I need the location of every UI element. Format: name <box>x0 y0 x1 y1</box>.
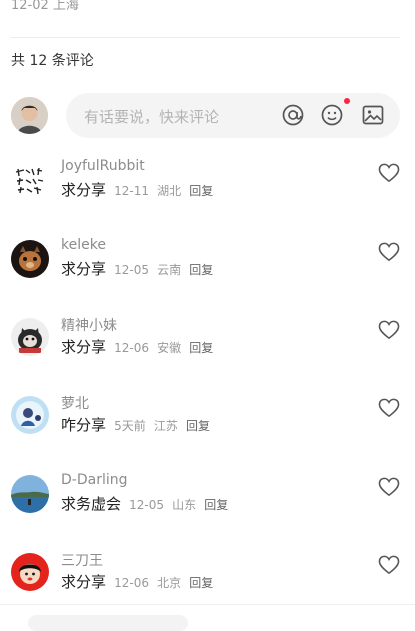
bottom-input-pill[interactable] <box>28 615 188 631</box>
reply-button[interactable]: 回复 <box>189 341 213 355</box>
avatar[interactable] <box>11 240 49 278</box>
reply-button[interactable]: 回复 <box>204 498 228 512</box>
comment-location: 云南 <box>157 263 182 277</box>
comment-date: 12-06 <box>114 341 149 355</box>
avatar[interactable] <box>11 475 49 513</box>
comment-item: keleke 求分享 12-05 云南 回复 <box>0 237 415 310</box>
comment-location: 北京 <box>157 576 182 590</box>
comment-username[interactable]: JoyfulRubbit <box>61 158 145 174</box>
comment-date: 12-06 <box>114 576 149 590</box>
comment-username[interactable]: 精神小妹 <box>61 315 117 335</box>
current-user-avatar[interactable] <box>11 97 48 134</box>
comment-item: D-Darling 求务虚会 12-05 山东 回复 <box>0 472 415 545</box>
comment-location: 江苏 <box>153 419 178 433</box>
avatar[interactable] <box>11 553 49 591</box>
comment-location: 山东 <box>172 498 197 512</box>
comment-date: 5天前 <box>114 419 146 433</box>
reply-button[interactable]: 回复 <box>189 576 213 590</box>
comment-item: 精神小妹 求分享 12-06 安徽 回复 <box>0 318 415 388</box>
heart-icon[interactable] <box>378 242 400 262</box>
comment-date: 12-05 <box>114 263 149 277</box>
comment-item: JoyfulRubbit 求分享 12-11 湖北 回复 <box>0 158 415 231</box>
comment-text: 求分享 <box>61 181 107 199</box>
avatar[interactable] <box>11 161 49 199</box>
avatar[interactable] <box>11 318 49 356</box>
reply-button[interactable]: 回复 <box>186 419 210 433</box>
notification-dot <box>344 98 350 104</box>
heart-icon[interactable] <box>378 163 400 183</box>
comment-text: 求务虚会 <box>61 495 122 513</box>
comment-username[interactable]: D-Darling <box>61 472 128 488</box>
heart-icon[interactable] <box>378 320 400 340</box>
reply-button[interactable]: 回复 <box>189 184 213 198</box>
comment-count: 共 12 条评论 <box>11 53 94 69</box>
comment-text: 求分享 <box>61 338 107 356</box>
divider <box>11 37 400 38</box>
avatar[interactable] <box>11 396 49 434</box>
bottom-bar <box>0 604 415 631</box>
comment-location: 湖北 <box>157 184 182 198</box>
comment-date: 12-05 <box>129 498 164 512</box>
image-icon[interactable] <box>361 103 385 127</box>
heart-icon[interactable] <box>378 477 400 497</box>
comment-text: 求分享 <box>61 573 107 591</box>
comment-date: 12-11 <box>114 184 149 198</box>
comment-text: 求分享 <box>61 260 107 278</box>
heart-icon[interactable] <box>378 555 400 575</box>
comment-username[interactable]: 三刀王 <box>61 550 103 570</box>
comment-input-placeholder: 有话要说，快来评论 <box>84 108 220 126</box>
comment-location: 安徽 <box>157 341 182 355</box>
heart-icon[interactable] <box>378 398 400 418</box>
comment-username[interactable]: 萝北 <box>61 393 89 413</box>
reply-button[interactable]: 回复 <box>189 263 213 277</box>
emoji-icon[interactable] <box>320 103 344 127</box>
comment-username[interactable]: keleke <box>61 237 106 253</box>
comment-text: 咋分享 <box>61 416 107 434</box>
comment-input[interactable]: 有话要说，快来评论 <box>66 93 400 138</box>
post-meta: 12-02 上海 <box>11 0 79 13</box>
at-icon[interactable] <box>281 103 305 127</box>
comment-item: 萝北 咋分享 5天前 江苏 回复 <box>0 396 415 466</box>
